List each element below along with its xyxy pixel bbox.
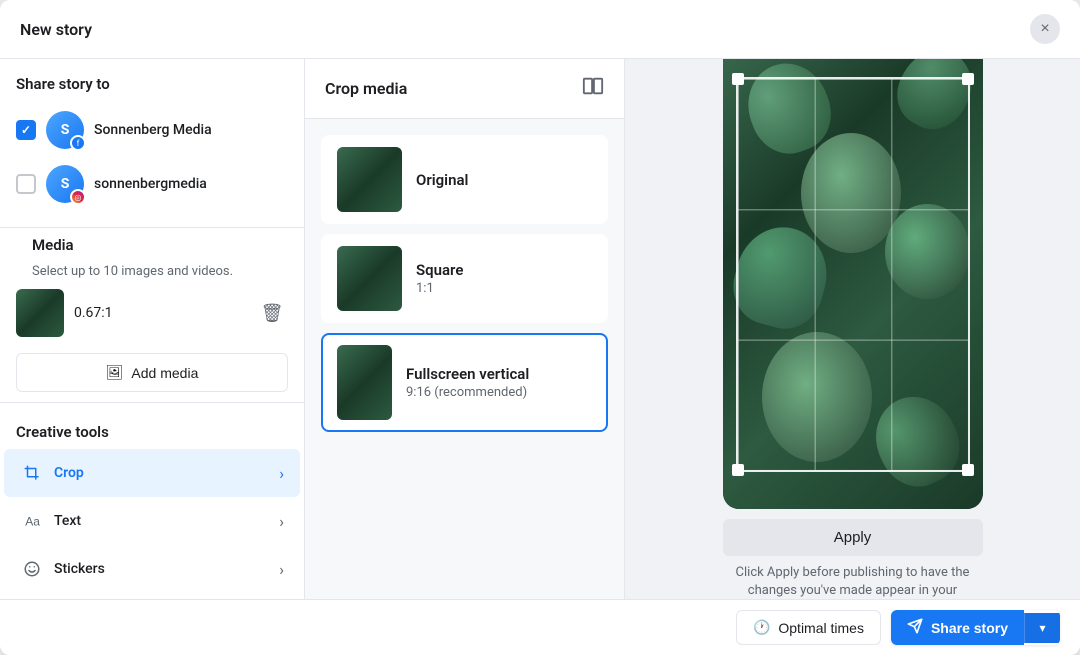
text-icon: Aa: [20, 509, 44, 533]
phone-frame: [723, 59, 983, 509]
trash-icon: 🗑: [261, 303, 284, 324]
share-story-to-title: Share story to: [0, 75, 304, 93]
add-media-button[interactable]: 🖼 Add media: [16, 353, 288, 392]
crop-option-original-name: Original: [416, 171, 468, 189]
crop-option-square-ratio: 1:1: [416, 281, 463, 296]
corner-handle-br[interactable]: [962, 464, 974, 476]
close-icon: ×: [1040, 20, 1049, 38]
account-checkbox-sonnenbergmedia[interactable]: [16, 174, 36, 194]
crop-chevron-icon: ›: [279, 464, 284, 483]
crop-option-original-info: Original: [416, 171, 468, 189]
crop-option-square-info: Square 1:1: [416, 261, 463, 296]
close-button[interactable]: ×: [1030, 14, 1060, 44]
stickers-label: Stickers: [54, 561, 269, 577]
divider-2: [0, 402, 304, 403]
crop-option-fullscreen-name: Fullscreen vertical: [406, 365, 529, 383]
instagram-badge-icon: ◎: [70, 189, 86, 205]
modal-footer: 🕐 Optimal times Share story ▾: [0, 599, 1080, 655]
left-panel: Share story to ✓ S f Sonnenberg Media S: [0, 59, 305, 599]
facebook-badge-icon: f: [70, 135, 86, 151]
apply-section: Apply Click Apply before publishing to h…: [723, 519, 983, 599]
media-section: Media Select up to 10 images and videos.…: [0, 236, 304, 337]
corner-handle-tl[interactable]: [732, 73, 744, 85]
text-chevron-icon: ›: [279, 512, 284, 531]
crop-header: Crop media: [305, 59, 624, 119]
stickers-tool-item[interactable]: Stickers ›: [4, 545, 300, 593]
share-arrow-icon: [907, 618, 923, 637]
divider-1: [0, 227, 304, 228]
clock-icon: 🕐: [753, 619, 770, 636]
crop-tool-item[interactable]: Crop ›: [4, 449, 300, 497]
media-ratio: 0.67:1: [74, 305, 246, 321]
share-story-button-group: Share story ▾: [891, 610, 1060, 645]
delete-media-button[interactable]: 🗑: [256, 297, 288, 329]
text-label: Text: [54, 513, 269, 529]
account-list: ✓ S f Sonnenberg Media S ◎ sonnenbergmed…: [0, 103, 304, 211]
apply-hint-text: Click Apply before publishing to have th…: [723, 564, 983, 599]
crop-option-fullscreen-ratio: 9:16 (recommended): [406, 385, 529, 400]
crop-thumb-fullscreen: [337, 345, 392, 420]
sticker-icon: [20, 557, 44, 581]
crop-thumb-square: [337, 246, 402, 311]
account-avatar-sonnenbergmedia: S ◎: [46, 165, 84, 203]
crop-option-square-name: Square: [416, 261, 463, 279]
checkmark-icon: ✓: [21, 123, 31, 137]
media-thumbnail: [16, 289, 64, 337]
middle-panel: Crop media Original: [305, 59, 625, 599]
modal-title: New story: [20, 20, 92, 39]
stickers-chevron-icon: ›: [279, 560, 284, 579]
media-item: 0.67:1 🗑: [16, 289, 288, 337]
share-story-label: Share story: [931, 620, 1008, 636]
crop-media-title: Crop media: [325, 79, 407, 98]
apply-button[interactable]: Apply: [723, 519, 983, 556]
svg-text:Aa: Aa: [25, 515, 40, 529]
crop-option-original[interactable]: Original: [321, 135, 608, 224]
account-name-sonnenberg: Sonnenberg Media: [94, 122, 212, 138]
creative-tools-section: Creative tools Crop ›: [0, 411, 304, 593]
crop-icon: [20, 461, 44, 485]
optimal-times-button[interactable]: 🕐 Optimal times: [736, 610, 881, 645]
account-name-sonnenbergmedia: sonnenbergmedia: [94, 176, 207, 192]
preview-container: Apply Click Apply before publishing to h…: [723, 59, 983, 599]
crop-option-square[interactable]: Square 1:1: [321, 234, 608, 323]
crop-option-fullscreen[interactable]: Fullscreen vertical 9:16 (recommended): [321, 333, 608, 432]
optimal-times-label: Optimal times: [778, 620, 864, 636]
media-thumb-image: [16, 289, 64, 337]
text-tool-item[interactable]: Aa Text ›: [4, 497, 300, 545]
account-avatar-sonnenberg: S f: [46, 111, 84, 149]
modal-header: New story ×: [0, 0, 1080, 59]
new-story-modal: New story × Share story to ✓ S f Sonnenb…: [0, 0, 1080, 655]
account-item-sonnenberg-media[interactable]: ✓ S f Sonnenberg Media: [16, 103, 288, 157]
corner-handle-bl[interactable]: [732, 464, 744, 476]
account-checkbox-sonnenberg[interactable]: ✓: [16, 120, 36, 140]
preview-image: [723, 59, 983, 509]
crop-label: Crop: [54, 465, 269, 481]
add-media-icon: 🖼: [106, 364, 124, 381]
media-subtitle: Select up to 10 images and videos.: [16, 264, 288, 279]
crop-options-list: Original Square 1:1 Fullscreen vertical: [305, 119, 624, 599]
account-item-sonnenbergmedia[interactable]: S ◎ sonnenbergmedia: [16, 157, 288, 211]
share-story-dropdown-button[interactable]: ▾: [1024, 613, 1060, 643]
add-media-label: Add media: [131, 365, 198, 381]
share-story-main-button[interactable]: Share story: [891, 610, 1024, 645]
media-title: Media: [16, 236, 288, 254]
crop-thumb-original: [337, 147, 402, 212]
modal-body: Share story to ✓ S f Sonnenberg Media S: [0, 59, 1080, 599]
dropdown-arrow-icon: ▾: [1039, 621, 1045, 635]
compare-icon[interactable]: [582, 75, 604, 102]
creative-tools-title: Creative tools: [0, 411, 304, 449]
crop-option-fullscreen-info: Fullscreen vertical 9:16 (recommended): [406, 365, 529, 400]
right-panel: Apply Click Apply before publishing to h…: [625, 59, 1080, 599]
